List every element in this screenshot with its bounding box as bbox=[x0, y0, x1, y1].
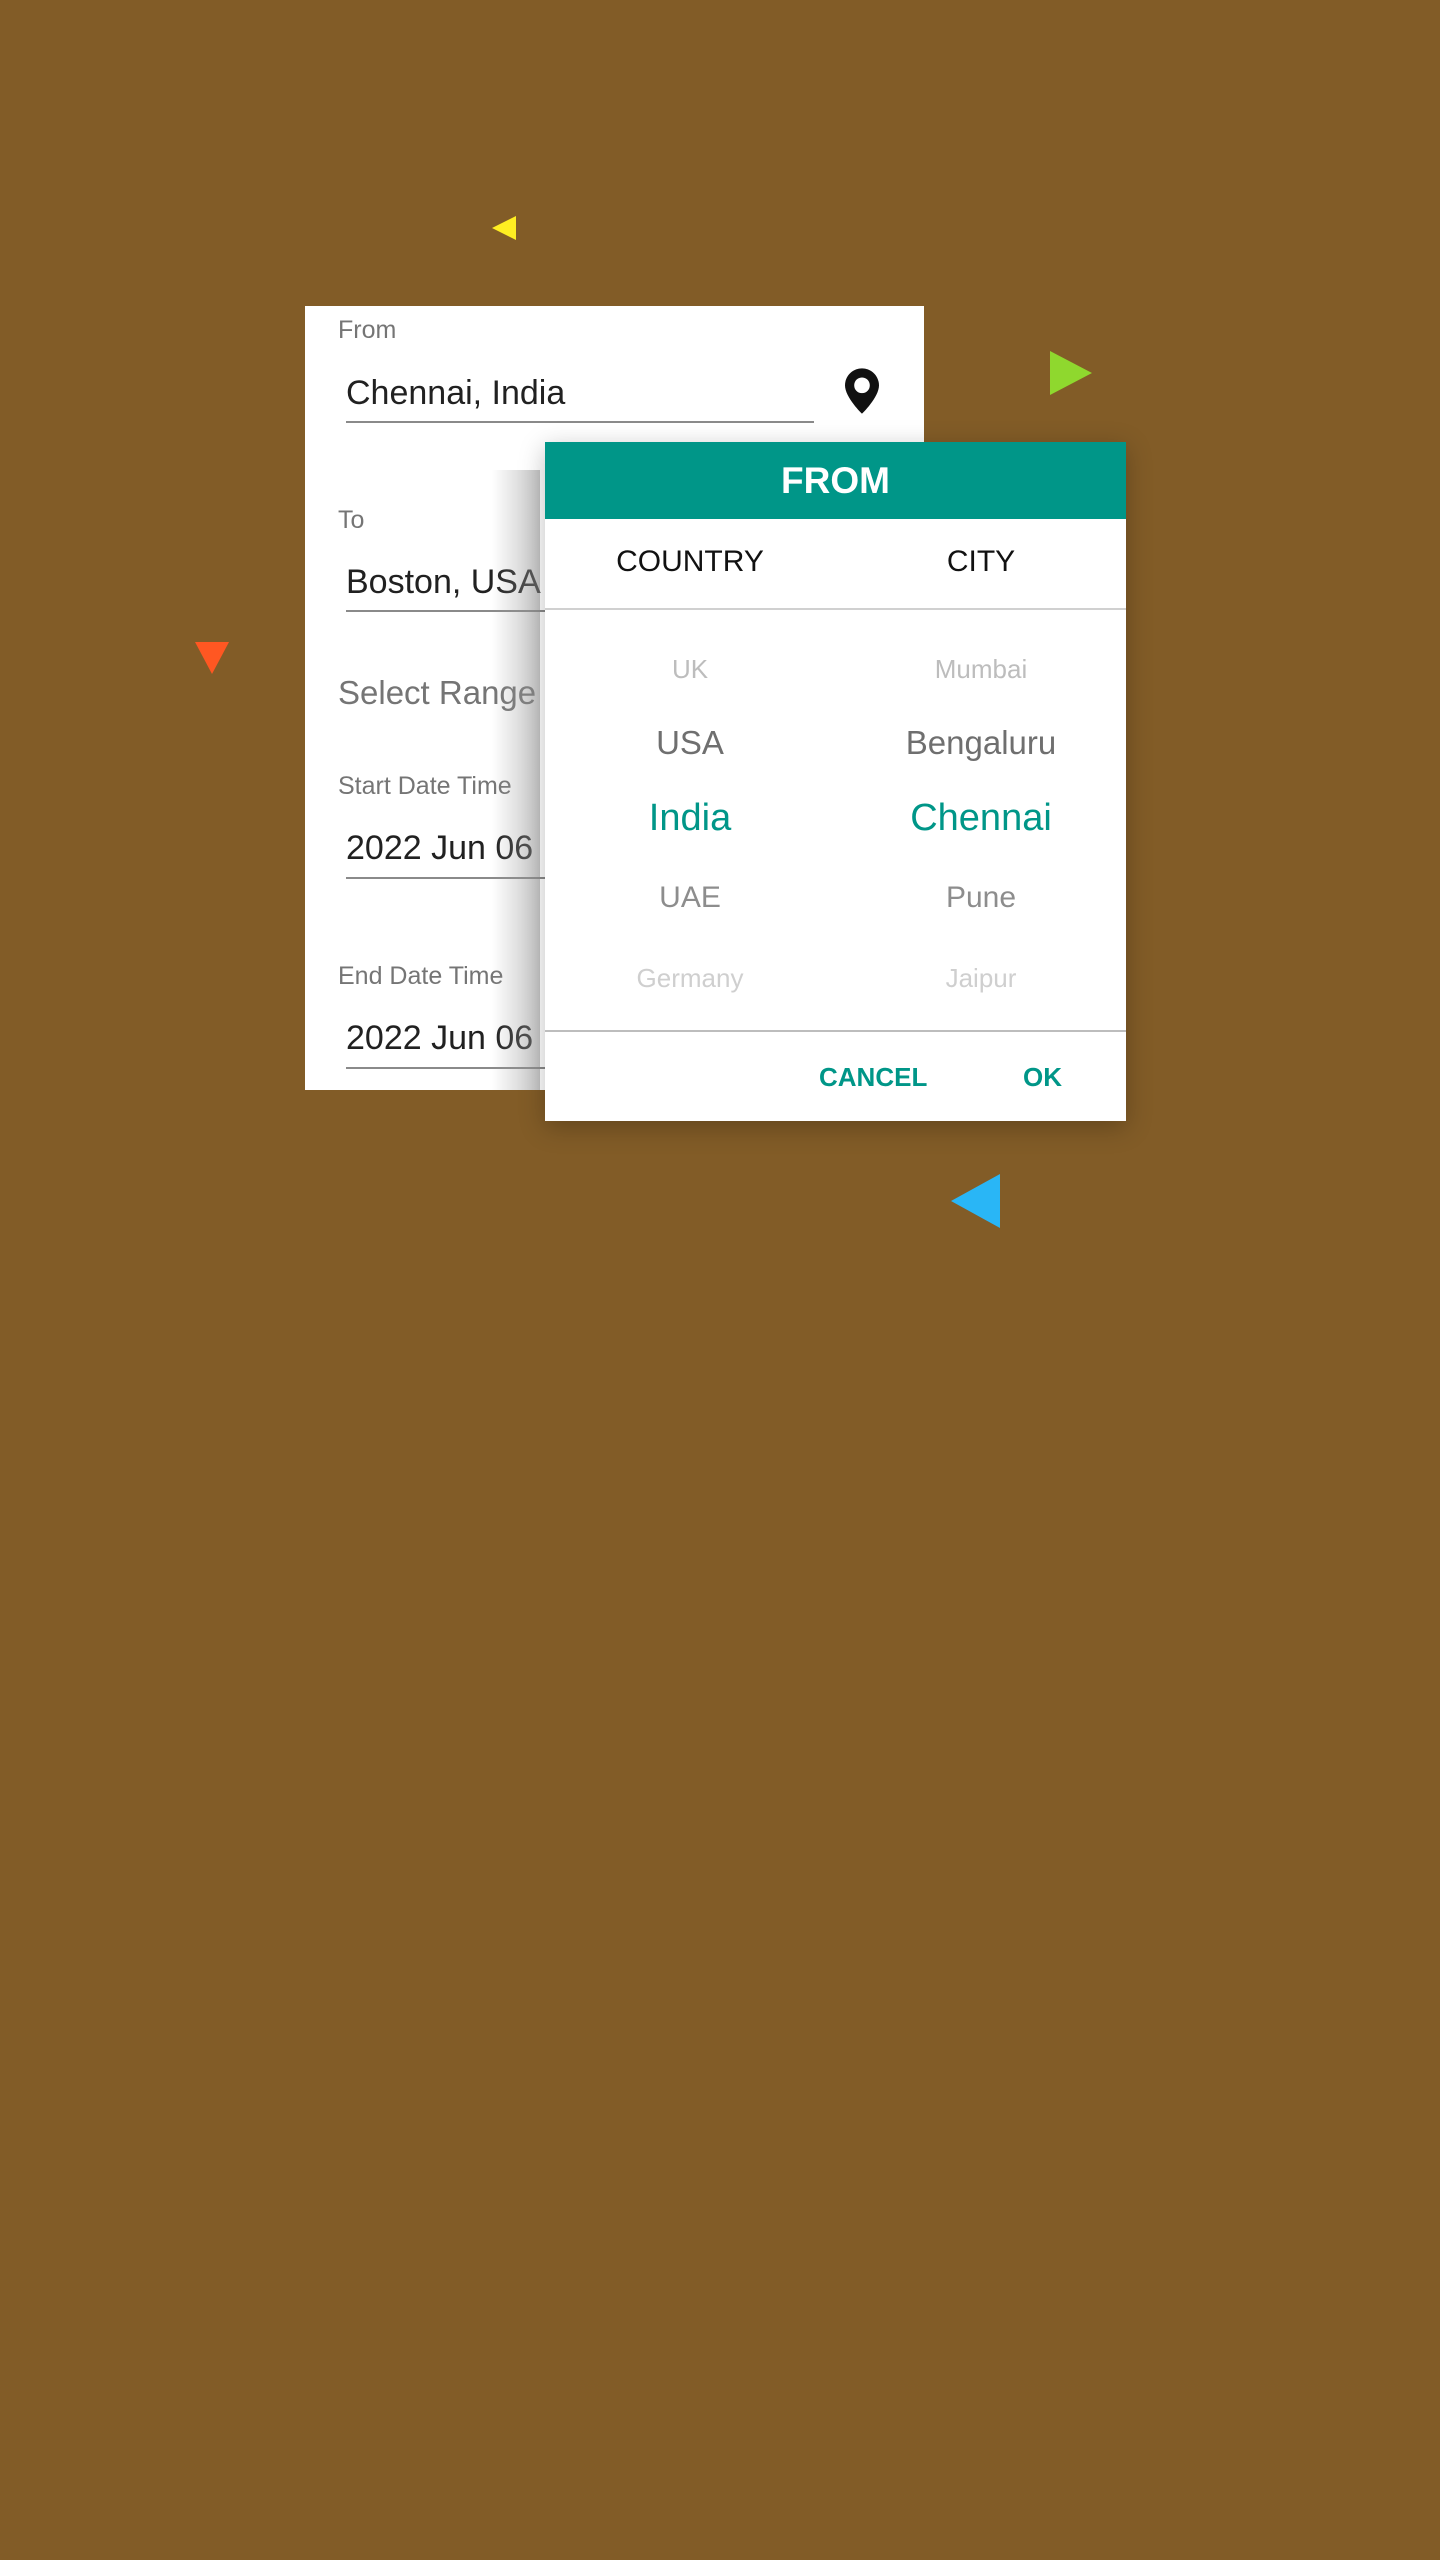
end-date-label: End Date Time bbox=[338, 962, 504, 990]
city-column-header: CITY bbox=[946, 545, 1016, 578]
city-option[interactable]: Bengaluru bbox=[836, 724, 1126, 762]
country-option[interactable]: Germany bbox=[545, 963, 835, 994]
green-triangle-decoration bbox=[1050, 351, 1092, 395]
location-picker-dialog: FROM COUNTRY CITY UK USA India UAE Germa… bbox=[545, 442, 1126, 1121]
yellow-triangle-decoration bbox=[492, 216, 516, 240]
country-option[interactable]: UK bbox=[545, 654, 835, 685]
start-date-label: Start Date Time bbox=[338, 772, 512, 800]
dialog-title: FROM bbox=[545, 442, 1126, 519]
red-triangle-decoration bbox=[195, 642, 229, 674]
location-pin-icon[interactable] bbox=[845, 368, 879, 414]
from-label: From bbox=[338, 316, 397, 344]
city-option[interactable]: Pune bbox=[836, 881, 1126, 915]
city-option[interactable]: Jaipur bbox=[836, 963, 1126, 994]
country-column-header: COUNTRY bbox=[616, 545, 764, 578]
header-divider bbox=[545, 608, 1126, 610]
country-option[interactable]: USA bbox=[545, 724, 835, 762]
city-option[interactable]: Mumbai bbox=[836, 654, 1126, 685]
dialog-shadow bbox=[492, 470, 540, 1090]
from-input-underline bbox=[346, 421, 814, 423]
country-option-selected[interactable]: India bbox=[545, 797, 835, 840]
to-label: To bbox=[338, 506, 365, 534]
footer-divider bbox=[545, 1030, 1126, 1032]
cancel-button[interactable]: CANCEL bbox=[819, 1062, 927, 1093]
blue-triangle-decoration bbox=[951, 1174, 1000, 1228]
from-input[interactable]: Chennai, India bbox=[346, 374, 565, 413]
ok-button[interactable]: OK bbox=[1023, 1062, 1062, 1093]
country-option[interactable]: UAE bbox=[545, 881, 835, 915]
city-option-selected[interactable]: Chennai bbox=[836, 797, 1126, 840]
